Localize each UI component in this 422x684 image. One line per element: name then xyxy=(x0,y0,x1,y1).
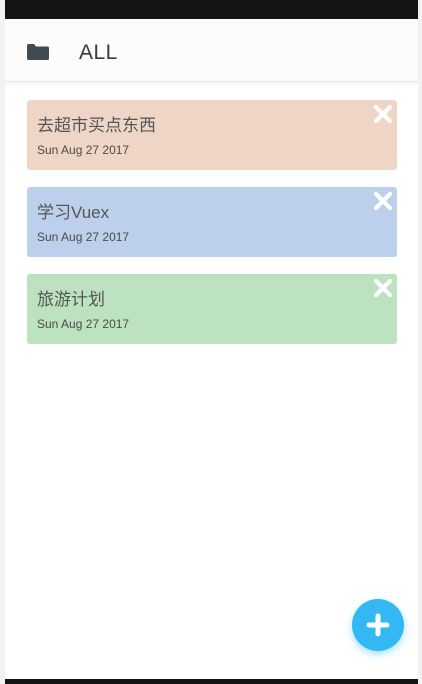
note-title: 去超市买点东西 xyxy=(37,116,156,135)
page-title: ALL xyxy=(79,41,118,64)
note-date: Sun Aug 27 2017 xyxy=(37,143,130,157)
app-frame: ALL 去超市买点东西 Sun Aug 27 2017 学习Vuex Sun A… xyxy=(5,0,418,684)
close-icon[interactable] xyxy=(373,104,393,124)
app-header: ALL xyxy=(5,19,418,82)
note-card[interactable]: 学习Vuex Sun Aug 27 2017 xyxy=(27,187,397,257)
notes-list: 去超市买点东西 Sun Aug 27 2017 学习Vuex Sun Aug 2… xyxy=(27,100,397,361)
note-date: Sun Aug 27 2017 xyxy=(37,317,130,331)
note-card[interactable]: 去超市买点东西 Sun Aug 27 2017 xyxy=(27,100,397,170)
bottom-bar xyxy=(5,679,418,684)
note-title: 学习Vuex xyxy=(37,203,110,222)
close-icon[interactable] xyxy=(373,278,393,298)
add-note-button[interactable] xyxy=(352,599,404,651)
note-title: 旅游计划 xyxy=(37,290,105,309)
note-card[interactable]: 旅游计划 Sun Aug 27 2017 xyxy=(27,274,397,344)
plus-icon xyxy=(366,613,390,637)
status-bar xyxy=(5,0,418,19)
close-icon[interactable] xyxy=(373,191,393,211)
note-date: Sun Aug 27 2017 xyxy=(37,230,130,244)
folder-icon[interactable] xyxy=(27,44,49,60)
